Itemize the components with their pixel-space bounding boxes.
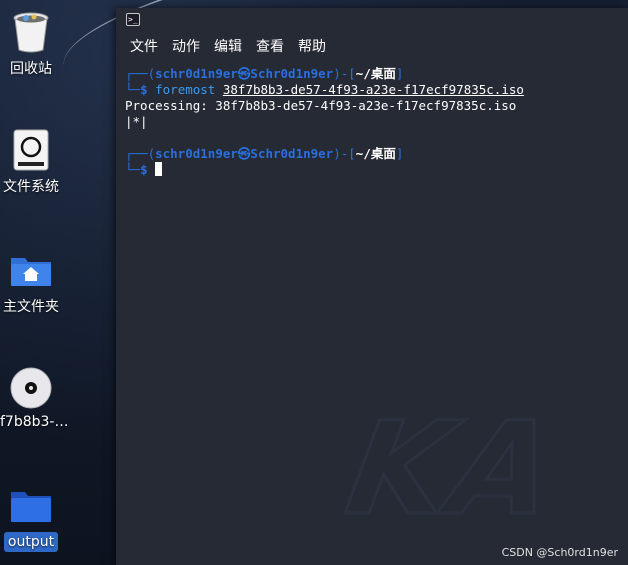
menu-view[interactable]: 查看 bbox=[256, 36, 284, 56]
terminal-cursor bbox=[155, 162, 163, 176]
desktop-icon-iso[interactable]: f7b8b3-… bbox=[0, 366, 69, 430]
desktop-icon-trash[interactable]: 回收站 bbox=[0, 10, 62, 78]
prompt-dir: ~/桌面 bbox=[355, 66, 396, 81]
prompt-user: schr0d1n9er bbox=[155, 146, 238, 161]
command-argument: 38f7b8b3-de57-4f93-a23e-f17ecf97835c.iso bbox=[222, 82, 524, 97]
drive-icon bbox=[9, 128, 53, 172]
home-folder-icon bbox=[9, 248, 53, 292]
prompt-line: ┌──(schr0d1n9er㉿Schr0d1n9er)-[~/桌面] bbox=[125, 66, 404, 81]
output-line: Processing: 38f7b8b3-de57-4f93-a23e-f17e… bbox=[125, 98, 517, 113]
terminal-menubar: 文件 动作 编辑 查看 帮助 bbox=[116, 32, 628, 60]
output-line: |*| bbox=[125, 114, 148, 129]
menu-file[interactable]: 文件 bbox=[130, 36, 158, 56]
desktop-icon-home[interactable]: 主文件夹 bbox=[0, 248, 62, 316]
command-line: └─$ foremost 38f7b8b3-de57-4f93-a23e-f17… bbox=[125, 82, 524, 97]
desktop-icon-label: f7b8b3-… bbox=[0, 414, 69, 430]
disc-icon bbox=[9, 366, 53, 410]
command-name: foremost bbox=[155, 82, 216, 97]
prompt-user: schr0d1n9er bbox=[155, 66, 238, 81]
prompt-dir: ~/桌面 bbox=[355, 146, 396, 161]
prompt-at: ㉿ bbox=[237, 66, 251, 81]
menu-help[interactable]: 帮助 bbox=[298, 36, 326, 56]
terminal-output[interactable]: ┌──(schr0d1n9er㉿Schr0d1n9er)-[~/桌面] └─$ … bbox=[116, 60, 628, 178]
desktop-icon-label: 文件系统 bbox=[3, 179, 59, 195]
menu-action[interactable]: 动作 bbox=[172, 36, 200, 56]
credit-text: CSDN @Sch0rd1n9er bbox=[501, 546, 618, 559]
desktop-icon-label: 回收站 bbox=[10, 61, 52, 77]
prompt-at: ㉿ bbox=[237, 146, 251, 161]
kali-watermark: KA bbox=[335, 394, 571, 546]
desktop-icon-output[interactable]: output bbox=[0, 484, 62, 552]
desktop: 回收站 文件系统 主文件夹 f7b8b3-… output >_ 文件 动作 编… bbox=[0, 0, 628, 565]
prompt-host: Schr0d1n9er bbox=[250, 146, 334, 161]
prompt-host: Schr0d1n9er bbox=[250, 66, 334, 81]
desktop-icon-filesystem[interactable]: 文件系统 bbox=[0, 128, 62, 196]
terminal-titlebar[interactable]: >_ bbox=[116, 8, 628, 32]
menu-edit[interactable]: 编辑 bbox=[214, 36, 242, 56]
desktop-icon-label: 主文件夹 bbox=[3, 299, 59, 315]
trash-icon bbox=[9, 10, 53, 54]
command-line[interactable]: └─$ bbox=[125, 162, 628, 178]
prompt-line: ┌──(schr0d1n9er㉿Schr0d1n9er)-[~/桌面] bbox=[125, 146, 404, 161]
folder-icon bbox=[9, 484, 53, 528]
desktop-icon-label: output bbox=[3, 532, 59, 552]
terminal-icon: >_ bbox=[126, 13, 140, 26]
